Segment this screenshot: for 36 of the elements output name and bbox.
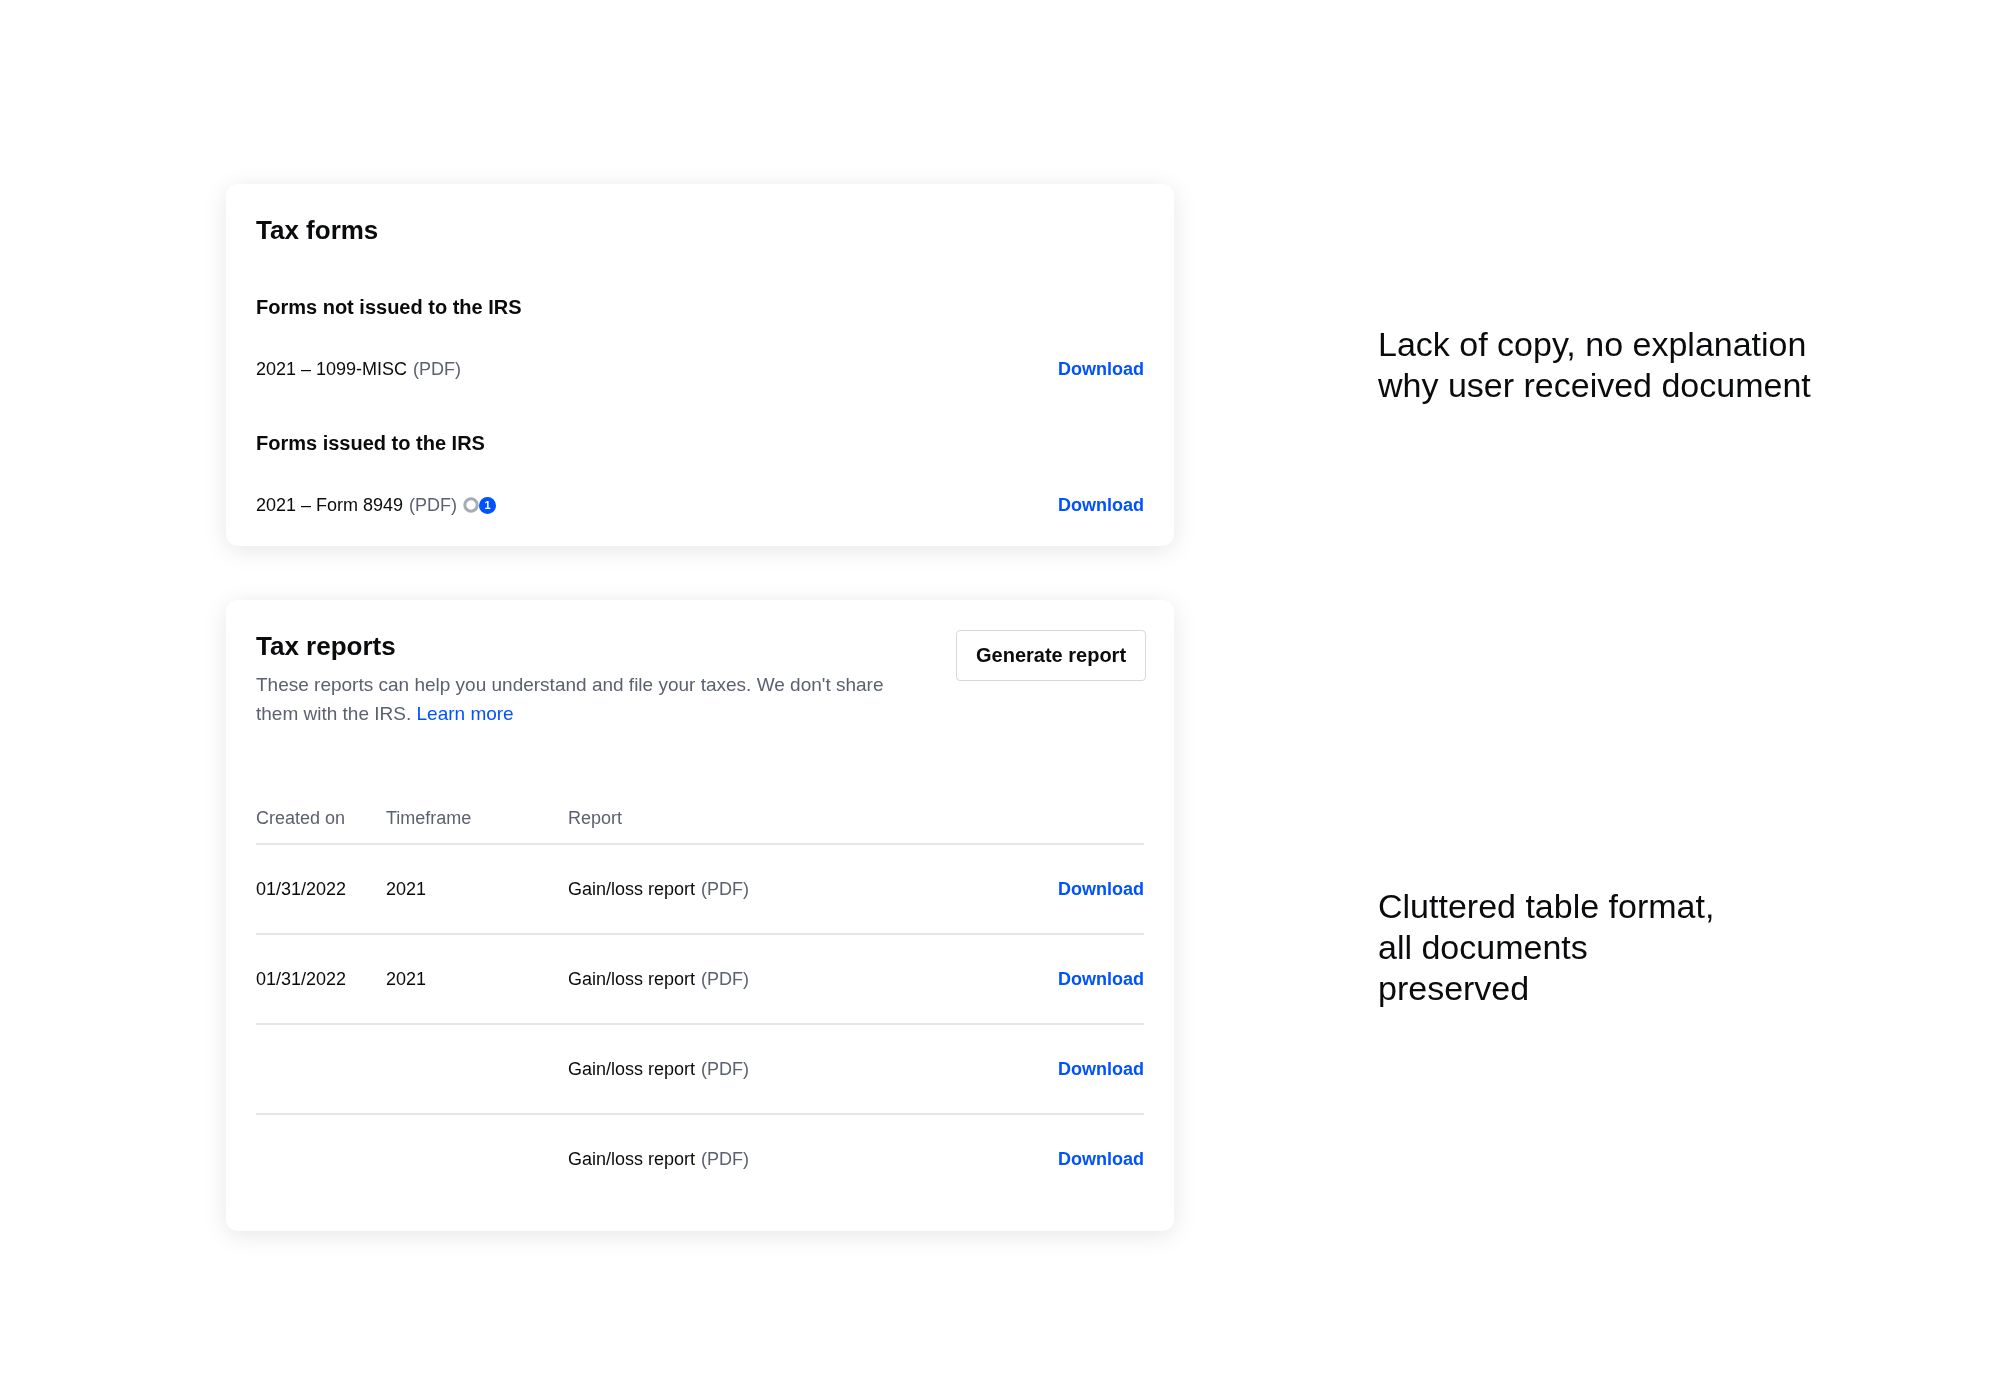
generate-report-button[interactable]: Generate report	[956, 630, 1147, 681]
annotation-text: Cluttered table format, all documents preserved	[1378, 886, 1716, 1009]
report-name: Gain/loss report	[568, 1058, 696, 1080]
table-cell: 01/31/2022	[256, 968, 347, 990]
file-format: (PDF)	[701, 878, 750, 900]
file-format: (PDF)	[701, 1148, 750, 1170]
file-format: (PDF)	[701, 1058, 750, 1080]
download-link[interactable]: Download	[1058, 1148, 1144, 1170]
section-heading: Forms issued to the IRS	[256, 431, 486, 456]
card-title: Tax reports	[256, 630, 397, 662]
report-name: Gain/loss report	[568, 1148, 696, 1170]
form-name: 2021 – Form 8949	[256, 494, 404, 516]
column-header: Timeframe	[386, 808, 568, 845]
file-format: (PDF)	[409, 494, 458, 516]
table-cell: 01/31/2022	[256, 878, 347, 900]
table-cell: 2021	[386, 878, 427, 900]
table-cell: 2021	[386, 968, 427, 990]
section-heading: Forms not issued to the IRS	[256, 295, 523, 320]
annotation-text: Lack of copy, no explanation why user received document	[1378, 324, 1812, 406]
column-header: Created on	[256, 808, 386, 845]
report-name: Gain/loss report	[568, 878, 696, 900]
report-name: Gain/loss report	[568, 968, 696, 990]
download-link[interactable]: Download	[1058, 358, 1144, 380]
learn-more-link[interactable]: Learn more	[416, 703, 514, 724]
form-name: 2021 – 1099-MISC	[256, 358, 408, 380]
card-title: Tax forms	[256, 214, 380, 246]
download-link[interactable]: Download	[1058, 968, 1144, 990]
file-format: (PDF)	[701, 968, 750, 990]
description-text: These reports can help you understand and file your taxes. We don't share them with the IRS. Learn more	[256, 673, 885, 726]
download-link[interactable]: Download	[1058, 1058, 1144, 1080]
column-header: Report	[568, 808, 1058, 845]
file-format: (PDF)	[413, 358, 462, 380]
ring-icon[interactable]	[463, 497, 480, 513]
download-link[interactable]: Download	[1058, 494, 1144, 516]
count-badge: 1	[479, 496, 497, 514]
download-link[interactable]: Download	[1058, 878, 1144, 900]
